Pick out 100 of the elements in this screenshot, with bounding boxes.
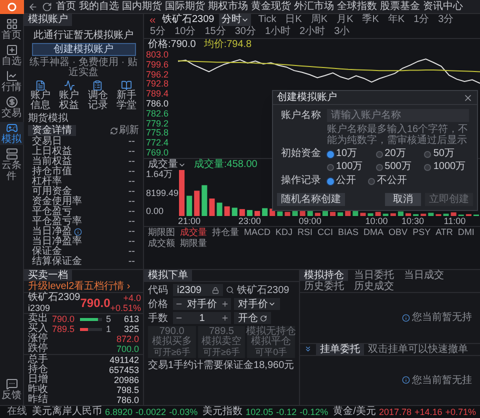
period-tab[interactable]: 年K: [386, 14, 407, 26]
period-tab[interactable]: 3分: [436, 14, 456, 26]
field-value: --: [128, 257, 135, 267]
period-tab[interactable]: 1小时: [262, 26, 292, 38]
indicator-tab[interactable]: DMA: [364, 227, 384, 238]
field-value: --: [128, 177, 135, 187]
rail-item[interactable]: 模拟: [0, 122, 24, 145]
slogan: 练手神器 · 免费使用 · 贴近实盘: [28, 58, 138, 78]
indicator-tab[interactable]: 持仓量: [212, 227, 239, 238]
radio-option[interactable]: 不公开: [368, 175, 407, 187]
feedback-button[interactable]: 反馈: [2, 378, 22, 401]
shortcut-button[interactable]: 调仓记录: [84, 80, 112, 111]
period-tab[interactable]: 月K: [334, 14, 356, 26]
field-label: 初始资金: [281, 148, 322, 161]
nav-link[interactable]: 外汇市场: [294, 0, 334, 14]
quote-tab[interactable]: 买卖一档: [24, 270, 72, 281]
axis-label: 11:00: [444, 216, 466, 226]
rail-item[interactable]: 首页: [0, 18, 24, 41]
order-count: 1: [106, 324, 112, 334]
shortcut-button[interactable]: 账户信息: [26, 80, 55, 111]
field-value: 798.5: [116, 385, 139, 395]
period-tab[interactable]: 1分: [412, 14, 432, 26]
indicator-tab[interactable]: MACD: [244, 227, 270, 238]
book-quantity: 613: [124, 314, 139, 324]
quantity-stepper[interactable]: 1: [173, 312, 231, 324]
shortcut-button[interactable]: 账户权益: [54, 80, 84, 111]
indicator-tab[interactable]: 成交额: [148, 238, 175, 249]
indicator-tab[interactable]: DMI: [458, 227, 474, 238]
period-tab[interactable]: 周K: [308, 14, 330, 26]
field-label: 代码: [148, 284, 169, 296]
mode-button[interactable]: 开仓: [234, 312, 271, 324]
indicator-tab[interactable]: KDJ: [276, 227, 293, 238]
field-label: 可用资金: [32, 187, 72, 197]
panel-tab[interactable]: 模拟下单: [144, 270, 192, 281]
rail-item[interactable]: 行情: [0, 70, 24, 93]
panel-tab[interactable]: 资金详情: [28, 125, 76, 136]
field-label: 昨结: [28, 395, 48, 405]
nav-link[interactable]: 股票基金: [380, 0, 420, 14]
cancel-button[interactable]: 取消: [385, 193, 421, 206]
radio-option[interactable]: 20万: [376, 148, 420, 160]
code-field[interactable]: i2309: [173, 284, 223, 296]
period-tab[interactable]: 分时: [219, 14, 252, 26]
position-tab[interactable]: 当日成交: [400, 270, 448, 281]
radio-option[interactable]: 1000万: [424, 161, 469, 173]
period-tab[interactable]: 5分: [148, 26, 168, 38]
position-tab[interactable]: 历史委托: [300, 281, 348, 292]
period-tab[interactable]: 30分: [232, 26, 258, 38]
period-tab[interactable]: 3小: [332, 26, 352, 38]
ticker-value: 6.8920: [105, 406, 133, 418]
indicator-tab[interactable]: RSI: [298, 227, 313, 238]
position-tab[interactable]: 当日委托: [350, 270, 398, 281]
create-account-button[interactable]: 创建模拟账户: [32, 43, 136, 56]
period-tab[interactable]: 10分: [172, 26, 198, 38]
nav-link[interactable]: 全球指数: [337, 0, 377, 14]
rail-item[interactable]: 自选: [0, 44, 24, 67]
radio-option[interactable]: 100万: [327, 161, 372, 173]
quote-tab[interactable]: 升级level2看五档行情 ›: [24, 281, 134, 292]
position-tab[interactable]: 模拟持仓: [300, 270, 348, 281]
random-create-button[interactable]: 随机名称创建: [277, 193, 345, 206]
radio-option[interactable]: 公开: [327, 175, 356, 187]
refresh-button[interactable]: 刷新: [110, 126, 139, 136]
axis-label: 23:00: [238, 216, 261, 226]
axis-label: 772.4: [146, 138, 169, 148]
radio-option[interactable]: 50万: [424, 148, 469, 160]
price-type-select[interactable]: 对手价: [234, 298, 280, 310]
period-tab[interactable]: 季K: [360, 14, 381, 26]
ticker-change: -0.0022: [136, 406, 166, 418]
rail-item[interactable]: 交易: [0, 96, 24, 119]
indicator-tab[interactable]: 期限量: [180, 238, 207, 249]
period-tab[interactable]: Tick: [256, 14, 278, 26]
indicator-select[interactable]: 成交量: [148, 159, 186, 170]
rail-item[interactable]: 云条件: [0, 148, 24, 182]
nav-link[interactable]: 首页: [56, 0, 76, 14]
position-tab[interactable]: 历史成交: [350, 281, 398, 292]
panel-tab[interactable]: 挂单委托: [316, 344, 364, 354]
account-name-field[interactable]: 请输入账户名称: [327, 109, 469, 122]
indicator-tab[interactable]: CCI: [318, 227, 334, 238]
indicator-tab[interactable]: PSY: [412, 227, 431, 238]
indicator-tab[interactable]: 成交量: [180, 227, 207, 238]
indicator-tab[interactable]: ATR: [436, 227, 453, 238]
indicator-tab[interactable]: BIAS: [338, 227, 359, 238]
nav-link[interactable]: 期权市场: [208, 0, 248, 14]
indicator-tab[interactable]: OBV: [388, 227, 408, 238]
price-stepper[interactable]: 对手价: [173, 298, 231, 310]
field-value: --: [128, 217, 135, 227]
axis-label: 775.8: [146, 128, 169, 138]
nav-link[interactable]: 国内期货: [122, 0, 162, 14]
field-label: 手数: [148, 312, 169, 324]
radio-option[interactable]: 10万: [327, 148, 372, 160]
period-tab[interactable]: 15分: [202, 26, 228, 38]
radio-option[interactable]: 500万: [376, 161, 420, 173]
nav-link[interactable]: 资讯中心: [423, 0, 463, 14]
nav-link[interactable]: 黄金现货: [251, 0, 291, 14]
indicator-tab[interactable]: 期限图: [148, 227, 175, 238]
nav-link[interactable]: 我的自选: [79, 0, 119, 14]
period-tab[interactable]: 日K: [283, 14, 304, 26]
nav-link[interactable]: 国际期货: [165, 0, 205, 14]
shortcut-button[interactable]: 新手学堂: [112, 80, 141, 111]
period-tab[interactable]: 2小时: [298, 26, 328, 38]
panel-tab[interactable]: 模拟账户: [24, 14, 72, 26]
